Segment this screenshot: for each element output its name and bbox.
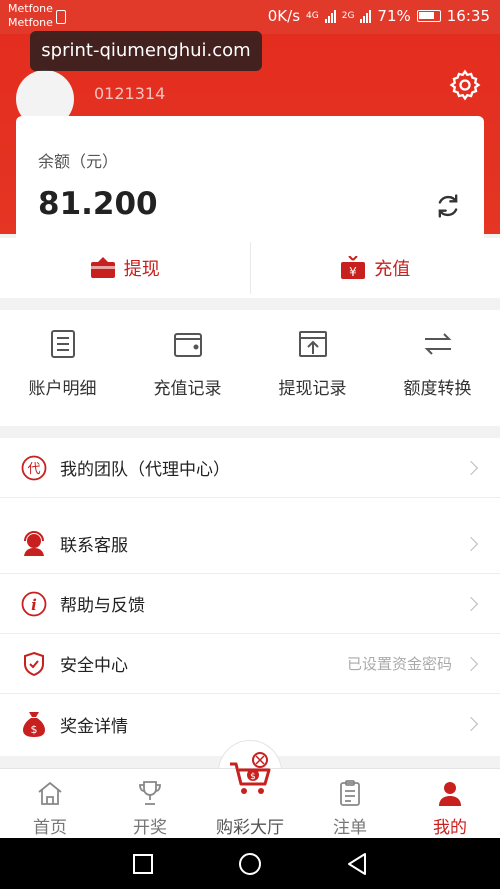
shield-icon bbox=[20, 650, 48, 678]
tab-label: 购彩大厅 bbox=[216, 818, 284, 838]
recharge-label: 充值 bbox=[374, 259, 411, 280]
svg-text:i: i bbox=[31, 596, 37, 614]
info-icon: i bbox=[20, 590, 48, 618]
menu-item-hint: 已设置资金密码 bbox=[346, 655, 452, 673]
svg-text:代: 代 bbox=[27, 462, 40, 477]
battery-percent: 71% bbox=[377, 7, 411, 25]
username: 0121314 bbox=[94, 84, 166, 103]
svg-text:$: $ bbox=[31, 723, 38, 736]
quick-links: 账户明细 充值记录 提现记录 额度转换 bbox=[0, 310, 500, 426]
cart-icon[interactable]: $ bbox=[226, 750, 274, 798]
money-bag-icon: $ bbox=[20, 710, 48, 738]
tab-label: 开奖 bbox=[133, 818, 167, 838]
net-speed: 0K/s bbox=[267, 7, 301, 25]
home-circle-icon[interactable] bbox=[237, 851, 263, 877]
system-nav-bar bbox=[0, 838, 500, 889]
status-indicators: 0K/s 4G 2G 71% 16:35 bbox=[268, 7, 490, 25]
document-list-icon bbox=[50, 330, 75, 358]
status-bar: Metfone Metfone 0K/s 4G 2G 71% 16:35 bbox=[0, 0, 500, 34]
net-type-1: 4G bbox=[306, 11, 319, 21]
clock: 16:35 bbox=[446, 7, 490, 25]
balance-actions: 提现 ¥ 充值 bbox=[0, 238, 500, 298]
tab-mine[interactable]: 我的 bbox=[400, 769, 500, 838]
quick-link-label: 账户明细 bbox=[28, 379, 97, 399]
gear-icon[interactable] bbox=[448, 68, 482, 102]
chevron-right-icon bbox=[463, 536, 479, 551]
quick-link-transfer[interactable]: 额度转换 bbox=[375, 310, 500, 426]
watermark-overlay: sprint-qiumenghui.com bbox=[30, 31, 262, 71]
net-type-2: 2G bbox=[341, 11, 355, 21]
menu-item-my-team[interactable]: 代 我的团队（代理中心） bbox=[0, 438, 500, 498]
tab-label: 首页 bbox=[33, 818, 67, 838]
quick-link-withdraw-records[interactable]: 提现记录 bbox=[250, 310, 375, 426]
refresh-icon[interactable] bbox=[434, 192, 462, 220]
chevron-right-icon bbox=[463, 716, 479, 732]
transfer-arrows-icon bbox=[424, 333, 451, 355]
chevron-right-icon bbox=[463, 460, 479, 475]
carrier-1: Metfone bbox=[8, 2, 53, 15]
tab-home[interactable]: 首页 bbox=[0, 769, 100, 838]
quick-link-label: 提现记录 bbox=[278, 379, 347, 399]
back-triangle-icon[interactable] bbox=[344, 851, 370, 877]
chevron-right-icon bbox=[463, 596, 479, 611]
withdraw-label: 提现 bbox=[123, 259, 160, 280]
home-icon bbox=[38, 781, 62, 805]
withdraw-icon bbox=[90, 257, 115, 278]
balance-value: 81.200 bbox=[38, 186, 158, 222]
clipboard-icon bbox=[340, 780, 360, 806]
quick-link-account-details[interactable]: 账户明细 bbox=[0, 310, 125, 426]
signal-icon bbox=[360, 9, 372, 23]
menu-item-label: 帮助与反馈 bbox=[60, 596, 145, 616]
trophy-icon bbox=[139, 781, 161, 805]
balance-label: 余额（元） bbox=[38, 152, 119, 171]
recent-apps-icon[interactable] bbox=[130, 851, 156, 877]
recharge-icon: ¥ bbox=[341, 256, 366, 279]
menu-item-label: 安全中心 bbox=[60, 656, 128, 676]
carrier-labels: Metfone Metfone bbox=[8, 2, 53, 30]
customer-service-icon bbox=[20, 530, 48, 558]
quick-link-label: 充值记录 bbox=[153, 379, 222, 399]
wallet-icon bbox=[173, 333, 202, 357]
balance-card: 余额（元） 81.200 bbox=[16, 116, 484, 238]
menu-item-label: 奖金详情 bbox=[60, 716, 128, 737]
quick-link-label: 额度转换 bbox=[403, 379, 472, 399]
agent-icon: 代 bbox=[20, 454, 48, 482]
tab-label: 注单 bbox=[333, 818, 367, 838]
user-icon bbox=[439, 782, 461, 806]
menu-item-security-center[interactable]: 安全中心 已设置资金密码 bbox=[0, 634, 500, 694]
carrier-2: Metfone bbox=[8, 16, 53, 29]
recharge-button[interactable]: ¥ 充值 bbox=[251, 238, 500, 298]
tab-label: 我的 bbox=[433, 818, 467, 838]
menu-list: 代 我的团队（代理中心） 联系客服 i 帮助与反馈 安全中心 已设置资金密码 $… bbox=[0, 438, 500, 756]
menu-item-label: 联系客服 bbox=[60, 536, 128, 556]
usb-icon bbox=[56, 10, 66, 24]
chevron-right-icon bbox=[463, 656, 479, 671]
signal-icon bbox=[324, 9, 336, 23]
tab-orders[interactable]: 注单 bbox=[300, 769, 400, 838]
battery-icon bbox=[416, 10, 441, 22]
menu-item-help-feedback[interactable]: i 帮助与反馈 bbox=[0, 574, 500, 634]
quick-link-recharge-records[interactable]: 充值记录 bbox=[125, 310, 250, 426]
withdraw-record-icon bbox=[298, 331, 327, 357]
svg-text:$: $ bbox=[250, 772, 256, 782]
tab-lottery-results[interactable]: 开奖 bbox=[100, 769, 200, 838]
menu-item-customer-service[interactable]: 联系客服 bbox=[0, 514, 500, 574]
withdraw-button[interactable]: 提现 bbox=[0, 238, 250, 298]
menu-item-label: 我的团队（代理中心） bbox=[60, 460, 230, 480]
svg-text:¥: ¥ bbox=[349, 265, 357, 279]
